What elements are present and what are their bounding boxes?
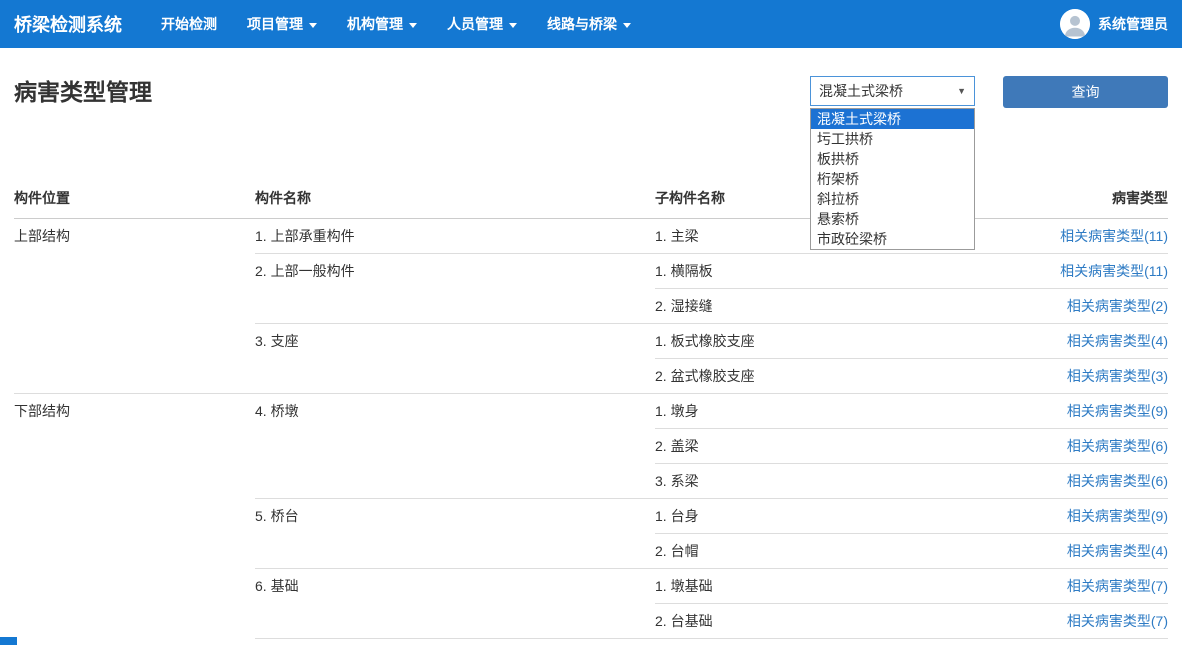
disease-type-cell: 相关病害类型(4) xyxy=(968,534,1168,569)
nav-item-label: 人员管理 xyxy=(447,14,503,34)
nav-item-1[interactable]: 项目管理 xyxy=(232,0,332,48)
bridge-type-listbox: 混凝土式梁桥圬工拱桥板拱桥桁架桥斜拉桥悬索桥市政砼梁桥 xyxy=(810,108,975,250)
disease-type-link[interactable]: 相关病害类型(4) xyxy=(1067,543,1168,559)
toolbar: 病害类型管理 混凝土式梁桥 ▼ 混凝土式梁桥圬工拱桥板拱桥桁架桥斜拉桥悬索桥市政… xyxy=(14,76,1168,108)
disease-type-link[interactable]: 相关病害类型(7) xyxy=(1067,578,1168,594)
top-navbar: 桥梁检测系统 开始检测 项目管理 机构管理 人员管理 线路与桥梁 系统管理员 xyxy=(0,0,1182,48)
bridge-type-option[interactable]: 悬索桥 xyxy=(811,209,974,229)
subcomponent-name-cell: 2. 盆式橡胶支座 xyxy=(655,359,968,394)
component-name-cell: 2. 上部一般构件 xyxy=(255,254,655,324)
column-header-position: 构件位置 xyxy=(14,188,255,219)
user-avatar-icon xyxy=(1060,9,1090,39)
user-name: 系统管理员 xyxy=(1098,14,1168,34)
disease-type-link[interactable]: 相关病害类型(9) xyxy=(1067,403,1168,419)
bridge-type-option[interactable]: 圬工拱桥 xyxy=(811,129,974,149)
subcomponent-name-cell: 1. 墩基础 xyxy=(655,569,968,604)
nav-item-label: 开始检测 xyxy=(161,14,217,34)
disease-type-cell: 相关病害类型(7) xyxy=(968,604,1168,639)
bridge-type-select[interactable]: 混凝土式梁桥 ▼ xyxy=(810,76,975,106)
scroll-corner-accent xyxy=(0,637,17,645)
subcomponent-name-cell: 3. 系梁 xyxy=(655,464,968,499)
nav-item-0[interactable]: 开始检测 xyxy=(146,0,232,48)
bridge-type-option[interactable]: 斜拉桥 xyxy=(811,189,974,209)
main-content: 病害类型管理 混凝土式梁桥 ▼ 混凝土式梁桥圬工拱桥板拱桥桁架桥斜拉桥悬索桥市政… xyxy=(0,76,1182,645)
bridge-type-selected-value: 混凝土式梁桥 xyxy=(819,81,953,101)
disease-type-cell: 相关病害类型(4) xyxy=(968,324,1168,359)
disease-type-cell: 相关病害类型(7) xyxy=(968,569,1168,604)
component-name-cell: 1. 上部承重构件 xyxy=(255,219,655,254)
nav-item-label: 项目管理 xyxy=(247,14,303,34)
disease-type-link[interactable]: 相关病害类型(7) xyxy=(1067,613,1168,629)
bridge-type-select-wrap: 混凝土式梁桥 ▼ 混凝土式梁桥圬工拱桥板拱桥桁架桥斜拉桥悬索桥市政砼梁桥 xyxy=(810,76,975,106)
nav-item-label: 机构管理 xyxy=(347,14,403,34)
nav-menu: 开始检测 项目管理 机构管理 人员管理 线路与桥梁 xyxy=(146,0,646,48)
disease-type-cell: 相关病害类型(11) xyxy=(968,254,1168,289)
caret-down-icon xyxy=(409,23,417,28)
table-row: 上部结构1. 上部承重构件1. 主梁相关病害类型(11) xyxy=(14,219,1168,254)
subcomponent-name-cell: 1. 翼墙 xyxy=(655,639,968,645)
bridge-type-option[interactable]: 桁架桥 xyxy=(811,169,974,189)
disease-table-wrap: 构件位置 构件名称 子构件名称 病害类型 上部结构1. 上部承重构件1. 主梁相… xyxy=(14,188,1168,645)
disease-type-cell: 相关病害类型(11) xyxy=(968,219,1168,254)
dropdown-caret-icon: ▼ xyxy=(957,86,966,96)
caret-down-icon xyxy=(623,23,631,28)
nav-item-label: 线路与桥梁 xyxy=(547,14,617,34)
disease-type-cell: 相关病害类型(3) xyxy=(968,359,1168,394)
query-button[interactable]: 查询 xyxy=(1003,76,1168,108)
disease-type-cell: 相关病害类型(6) xyxy=(968,429,1168,464)
subcomponent-name-cell: 1. 台身 xyxy=(655,499,968,534)
disease-table: 构件位置 构件名称 子构件名称 病害类型 上部结构1. 上部承重构件1. 主梁相… xyxy=(14,188,1168,645)
caret-down-icon xyxy=(309,23,317,28)
nav-item-3[interactable]: 人员管理 xyxy=(432,0,532,48)
bridge-type-option[interactable]: 市政砼梁桥 xyxy=(811,229,974,249)
disease-type-cell: 相关病害类型(4) xyxy=(968,639,1168,645)
disease-type-link[interactable]: 相关病害类型(9) xyxy=(1067,508,1168,524)
subcomponent-name-cell: 2. 盖梁 xyxy=(655,429,968,464)
table-row: 下部结构4. 桥墩1. 墩身相关病害类型(9) xyxy=(14,394,1168,429)
component-name-cell: 4. 桥墩 xyxy=(255,394,655,499)
component-name-cell: 6. 基础 xyxy=(255,569,655,639)
column-header-disease-type: 病害类型 xyxy=(968,188,1168,219)
disease-type-link[interactable]: 相关病害类型(2) xyxy=(1067,298,1168,314)
disease-type-link[interactable]: 相关病害类型(11) xyxy=(1060,263,1168,279)
disease-type-cell: 相关病害类型(9) xyxy=(968,394,1168,429)
app-brand[interactable]: 桥梁检测系统 xyxy=(14,11,122,37)
subcomponent-name-cell: 2. 台基础 xyxy=(655,604,968,639)
component-name-cell: 3. 支座 xyxy=(255,324,655,394)
disease-type-link[interactable]: 相关病害类型(6) xyxy=(1067,473,1168,489)
disease-type-link[interactable]: 相关病害类型(11) xyxy=(1060,228,1168,244)
disease-type-cell: 相关病害类型(9) xyxy=(968,499,1168,534)
disease-type-link[interactable]: 相关病害类型(4) xyxy=(1067,333,1168,349)
subcomponent-name-cell: 1. 横隔板 xyxy=(655,254,968,289)
subcomponent-name-cell: 2. 湿接缝 xyxy=(655,289,968,324)
caret-down-icon xyxy=(509,23,517,28)
subcomponent-name-cell: 1. 板式橡胶支座 xyxy=(655,324,968,359)
component-position-cell: 上部结构 xyxy=(14,219,255,394)
disease-table-body: 上部结构1. 上部承重构件1. 主梁相关病害类型(11)2. 上部一般构件1. … xyxy=(14,219,1168,645)
nav-item-2[interactable]: 机构管理 xyxy=(332,0,432,48)
subcomponent-name-cell: 1. 墩身 xyxy=(655,394,968,429)
user-menu[interactable]: 系统管理员 xyxy=(1060,9,1168,39)
bridge-type-option[interactable]: 板拱桥 xyxy=(811,149,974,169)
subcomponent-name-cell: 2. 台帽 xyxy=(655,534,968,569)
bridge-type-option[interactable]: 混凝土式梁桥 xyxy=(811,109,974,129)
disease-type-link[interactable]: 相关病害类型(3) xyxy=(1067,368,1168,384)
column-header-name: 构件名称 xyxy=(255,188,655,219)
disease-type-cell: 相关病害类型(6) xyxy=(968,464,1168,499)
page-title: 病害类型管理 xyxy=(14,76,810,108)
nav-item-4[interactable]: 线路与桥梁 xyxy=(532,0,646,48)
component-name-cell: 5. 桥台 xyxy=(255,499,655,569)
disease-type-link[interactable]: 相关病害类型(6) xyxy=(1067,438,1168,454)
component-position-cell: 下部结构 xyxy=(14,394,255,645)
disease-type-cell: 相关病害类型(2) xyxy=(968,289,1168,324)
table-header-row: 构件位置 构件名称 子构件名称 病害类型 xyxy=(14,188,1168,219)
component-name-cell: 7. 翼墙或耳墙 xyxy=(255,639,655,645)
